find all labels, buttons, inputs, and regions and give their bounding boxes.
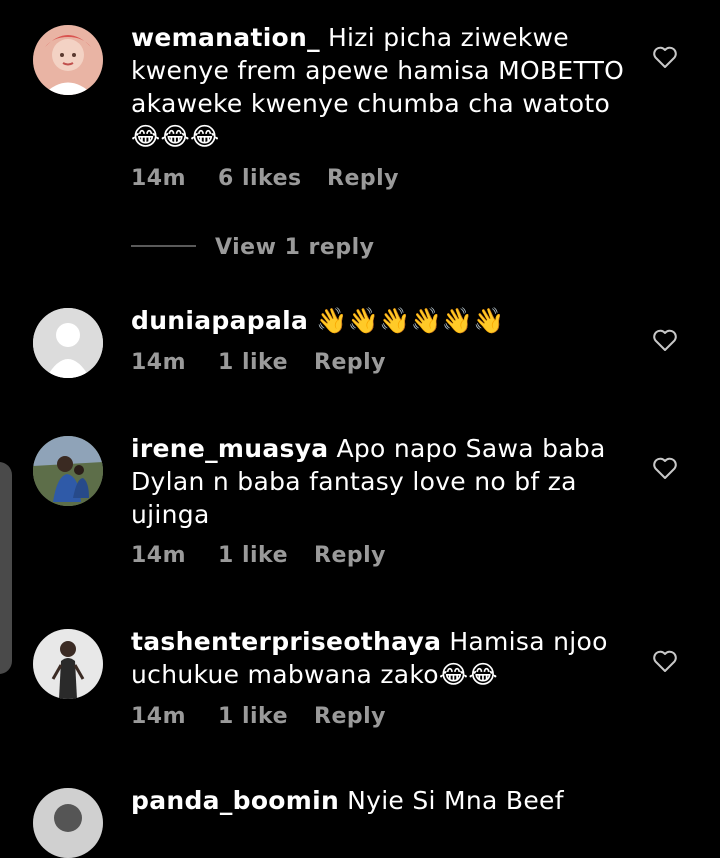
comment-time: 14m [131,166,187,191]
reply-button[interactable]: Reply [327,166,399,191]
comment-likes[interactable]: 1 like [218,350,288,375]
comment-likes[interactable]: 1 like [218,704,288,729]
comment-likes[interactable]: 1 like [218,543,288,568]
heart-icon[interactable] [652,456,678,480]
comment-text-block: irene_muasya Apo napo Sawa baba Dylan n b… [131,432,631,531]
view-replies-button[interactable]: View 1 reply [215,235,374,260]
reply-button[interactable]: Reply [314,704,386,729]
comment-time: 14m [131,543,187,568]
comment-text-block: tashenterpriseothaya Hamisa njoo uchukue … [131,625,631,691]
avatar[interactable] [33,25,103,95]
comment-text-block: wemanation_ Hizi picha ziwekwe kwenye fre… [131,21,631,153]
comment-text-block: panda_boomin Nyie Si Mna Beef [131,784,631,817]
comment-text-block: duniapapala 👋👋👋👋👋👋 [131,304,631,337]
comment-likes[interactable]: 6 likes [218,166,302,191]
reply-button[interactable]: Reply [314,350,386,375]
avatar-placeholder-icon[interactable] [33,308,103,378]
comment-time: 14m [131,704,187,729]
comment-username[interactable]: duniapapala [131,306,308,335]
comment-body: 👋👋👋👋👋👋 [316,306,505,335]
scrollbar-handle[interactable] [0,462,12,674]
heart-icon[interactable] [652,45,678,69]
heart-icon[interactable] [652,649,678,673]
reply-button[interactable]: Reply [314,543,386,568]
comment-username[interactable]: tashenterpriseothaya [131,627,441,656]
avatar[interactable] [33,629,103,699]
heart-icon[interactable] [652,328,678,352]
avatar[interactable] [33,436,103,506]
comment-body: Nyie Si Mna Beef [347,786,564,815]
comment-username[interactable]: irene_muasya [131,434,328,463]
comment-time: 14m [131,350,187,375]
replies-divider [131,245,196,247]
comment-username[interactable]: wemanation_ [131,23,320,52]
comment-username[interactable]: panda_boomin [131,786,339,815]
avatar[interactable] [33,788,103,858]
